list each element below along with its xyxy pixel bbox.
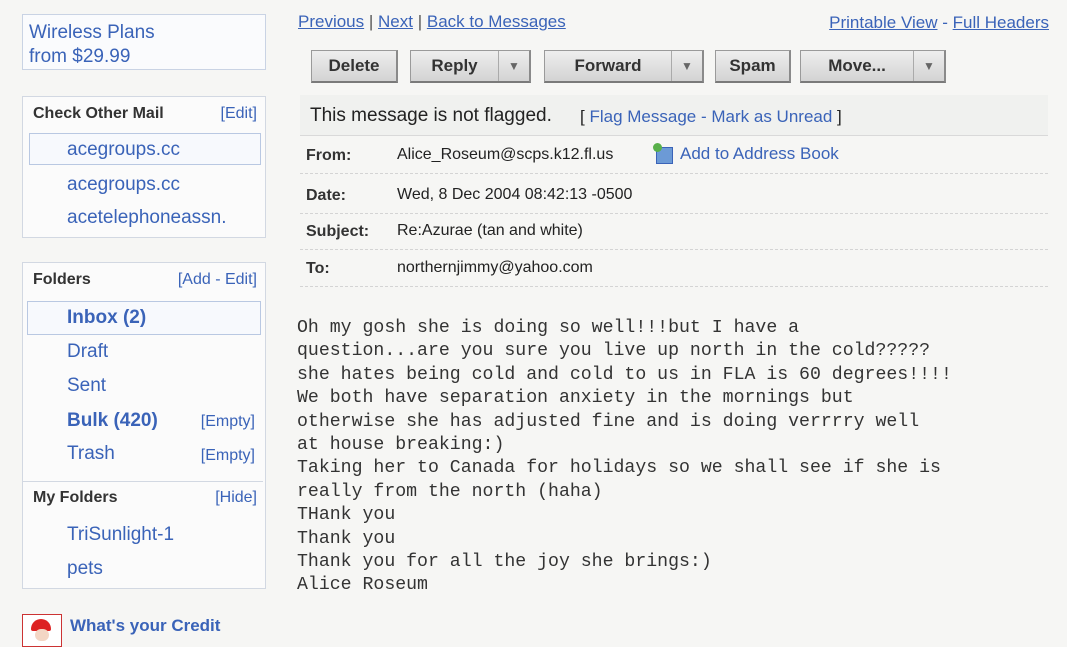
folder-draft[interactable]: Draft	[67, 341, 108, 363]
printable-view-link[interactable]: Printable View	[829, 13, 937, 32]
trash-empty-link[interactable]: [Empty]	[201, 447, 255, 465]
view-options: Printable View - Full Headers	[829, 13, 1049, 33]
reply-label: Reply	[431, 56, 478, 75]
check-mail-title: Check Other Mail	[33, 105, 164, 122]
from-value: Alice_Roseum@scps.k12.fl.us	[397, 146, 614, 163]
move-dropdown-icon[interactable]: ▼	[913, 51, 944, 81]
credit-ad[interactable]: What's your Credit	[22, 612, 282, 647]
my-folders-title: My Folders	[33, 489, 118, 506]
folder-pets[interactable]: pets	[67, 558, 103, 580]
next-link[interactable]: Next	[378, 12, 413, 31]
folder-trisunlight[interactable]: TriSunlight-1	[67, 524, 174, 546]
subject-label: Subject:	[306, 223, 370, 240]
check-mail-edit-link[interactable]: [Edit]	[221, 105, 257, 123]
ad-line-1[interactable]: Wireless Plans	[29, 22, 155, 44]
nav-sep-2: |	[417, 12, 427, 31]
forward-dropdown-icon[interactable]: ▼	[671, 51, 702, 81]
forward-button[interactable]: Forward ▼	[544, 50, 704, 83]
folders-title: Folders	[33, 271, 91, 288]
from-label: From:	[306, 147, 352, 164]
folder-sent[interactable]: Sent	[67, 375, 106, 397]
address-book-icon	[653, 143, 675, 164]
folder-inbox[interactable]: Inbox (2)	[67, 307, 146, 329]
date-row: Date: Wed, 8 Dec 2004 08:42:13 -0500	[300, 177, 1048, 214]
delete-label: Delete	[328, 56, 380, 75]
my-folders-divider	[23, 481, 263, 482]
reply-dropdown-icon[interactable]: ▼	[498, 51, 529, 81]
date-value: Wed, 8 Dec 2004 08:42:13 -0500	[397, 186, 633, 203]
wireless-plans-ad[interactable]: Wireless Plans from $29.99	[22, 14, 266, 70]
add-to-address-book-label[interactable]: Add to Address Book	[680, 144, 839, 163]
reply-button[interactable]: Reply ▼	[410, 50, 531, 83]
ad-line-2[interactable]: from $29.99	[29, 46, 130, 68]
folders-panel: Folders [Add - Edit] Inbox (2) Draft Sen…	[22, 262, 266, 589]
santa-icon	[22, 614, 62, 647]
back-to-messages-link[interactable]: Back to Messages	[427, 12, 566, 31]
mail-account-3[interactable]: acetelephoneassn.	[67, 207, 227, 229]
flag-status-text: This message is not flagged.	[310, 105, 552, 126]
mail-account-1[interactable]: acegroups.cc	[67, 139, 180, 161]
flag-message-link[interactable]: Flag Message	[589, 107, 696, 126]
nav-sep-1: |	[368, 12, 379, 31]
credit-ad-text[interactable]: What's your Credit	[70, 616, 220, 636]
folder-bulk[interactable]: Bulk (420)	[67, 410, 158, 432]
move-button[interactable]: Move... ▼	[800, 50, 946, 83]
move-label: Move...	[828, 56, 886, 75]
mail-account-2[interactable]: acegroups.cc	[67, 174, 180, 196]
to-row: To: northernjimmy@yahoo.com	[300, 250, 1048, 287]
flag-links: [ Flag Message - Mark as Unread ]	[580, 107, 842, 126]
previous-link[interactable]: Previous	[298, 12, 364, 31]
bulk-empty-link[interactable]: [Empty]	[201, 413, 255, 431]
check-other-mail-panel: Check Other Mail [Edit] acegroups.cc ace…	[22, 96, 266, 238]
to-label: To:	[306, 260, 330, 277]
full-headers-link[interactable]: Full Headers	[953, 13, 1049, 32]
subject-value: Re:Azurae (tan and white)	[397, 222, 583, 239]
flag-status-bar: This message is not flagged. [ Flag Mess…	[300, 95, 1048, 136]
mark-unread-link[interactable]: Mark as Unread	[711, 107, 832, 126]
spam-button[interactable]: Spam	[715, 50, 791, 83]
spam-label: Spam	[729, 56, 776, 75]
my-folders-hide-link[interactable]: [Hide]	[215, 489, 257, 507]
message-nav: Previous | Next | Back to Messages	[298, 12, 566, 32]
folder-trash[interactable]: Trash	[67, 443, 115, 465]
message-body: Oh my gosh she is doing so well!!!but I …	[297, 318, 952, 596]
forward-label: Forward	[574, 56, 642, 75]
from-row: From: Alice_Roseum@scps.k12.fl.us Add to…	[300, 137, 1048, 174]
add-to-address-book[interactable]: Add to Address Book	[653, 143, 839, 164]
to-value: northernjimmy@yahoo.com	[397, 259, 593, 276]
date-label: Date:	[306, 187, 347, 204]
folders-add-link[interactable]: Add	[182, 271, 210, 288]
folders-edit-link[interactable]: Edit	[225, 271, 253, 288]
folders-add-edit: [Add - Edit]	[177, 271, 257, 288]
delete-button[interactable]: Delete	[311, 50, 398, 83]
view-options-sep: -	[942, 13, 953, 32]
subject-row: Subject: Re:Azurae (tan and white)	[300, 213, 1048, 250]
